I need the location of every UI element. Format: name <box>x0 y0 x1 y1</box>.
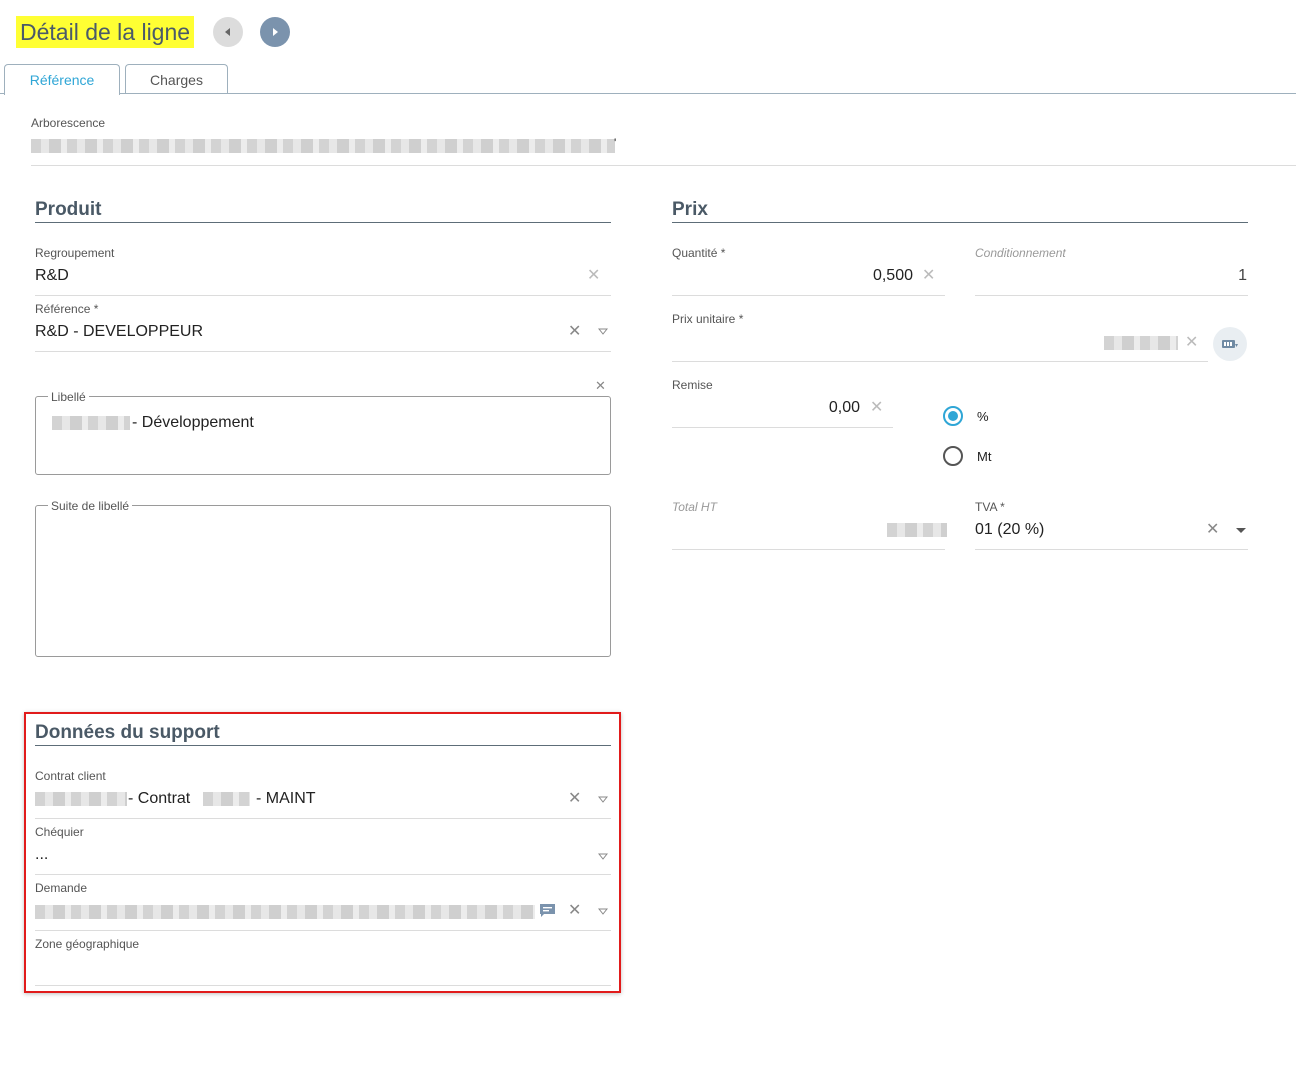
zone-geographique-label: Zone géographique <box>35 937 140 951</box>
arborescence-value-redacted <box>31 139 615 153</box>
contrat-client-label: Contrat client <box>35 769 106 783</box>
reference-underline <box>35 351 611 352</box>
libelle-value-redacted <box>52 416 130 430</box>
quantite-label: Quantité * <box>672 246 726 260</box>
prix-section-line <box>672 222 1248 223</box>
remise-amount-radio[interactable] <box>943 446 963 466</box>
quantite-value[interactable]: 0,500 <box>800 267 913 285</box>
remise-underline <box>672 427 893 428</box>
chevron-left-icon <box>225 28 230 36</box>
remise-percent-radio[interactable] <box>943 406 963 426</box>
tab-reference[interactable]: Référence <box>4 64 120 95</box>
next-button[interactable] <box>260 17 290 47</box>
price-calculator-button[interactable] <box>1213 327 1247 361</box>
chevron-right-icon <box>273 28 278 36</box>
comment-icon[interactable] <box>539 903 556 919</box>
previous-button[interactable] <box>213 17 243 47</box>
tva-dropdown-icon[interactable] <box>1236 528 1246 533</box>
prix-unitaire-clear-icon[interactable]: ✕ <box>1185 335 1198 351</box>
conditionnement-underline <box>975 295 1248 296</box>
support-section-title: Données du support <box>35 722 220 743</box>
tva-value[interactable]: 01 (20 %) <box>975 521 1044 539</box>
remise-label: Remise <box>672 378 713 392</box>
prix-unitaire-value-redacted[interactable] <box>1104 336 1178 350</box>
conditionnement-label: Conditionnement <box>975 246 1066 260</box>
tva-label: TVA * <box>975 500 1005 514</box>
contrat-client-code-redacted <box>35 792 127 806</box>
tva-underline <box>975 549 1248 550</box>
quantite-underline <box>672 295 945 296</box>
demande-value-redacted[interactable] <box>35 905 535 919</box>
zone-geographique-underline <box>35 985 611 986</box>
demande-clear-icon[interactable]: ✕ <box>568 903 581 919</box>
suite-libelle-field[interactable] <box>35 505 611 657</box>
support-section-line <box>35 745 611 746</box>
demande-label: Demande <box>35 881 88 895</box>
demande-dropdown-icon[interactable] <box>598 908 608 915</box>
tab-charges[interactable]: Charges <box>125 64 228 94</box>
contrat-client-clear-icon[interactable]: ✕ <box>568 791 581 807</box>
libelle-clear-icon[interactable]: ✕ <box>595 378 606 394</box>
conditionnement-value: 1 <box>1238 267 1247 284</box>
zone-geographique-input[interactable] <box>35 958 611 978</box>
reference-dropdown-icon[interactable] <box>598 328 608 335</box>
produit-section-line <box>35 222 611 223</box>
reference-value[interactable]: R&D - DEVELOPPEUR <box>35 323 203 341</box>
total-ht-value-redacted <box>887 523 947 537</box>
tab-label: Référence <box>29 72 95 88</box>
arborescence-value-suffix: ' <box>614 136 617 150</box>
regroupement-clear-icon[interactable]: ✕ <box>587 268 600 284</box>
chequier-underline <box>35 874 611 875</box>
suite-libelle-label: Suite de libellé <box>48 499 133 513</box>
quantite-clear-icon[interactable]: ✕ <box>922 268 935 284</box>
total-ht-label: Total HT <box>672 500 717 514</box>
contrat-client-value-part1[interactable]: - Contrat <box>128 790 190 808</box>
contrat-client-value-part2[interactable]: - MAINT <box>256 790 316 808</box>
chequier-label: Chéquier <box>35 825 84 839</box>
remise-value[interactable]: 0,00 <box>760 399 860 417</box>
regroupement-underline <box>35 295 611 296</box>
contrat-client-underline <box>35 818 611 819</box>
prix-section-title: Prix <box>672 199 708 220</box>
remise-percent-label: % <box>977 409 989 424</box>
tva-clear-icon[interactable]: ✕ <box>1206 522 1219 538</box>
reference-clear-icon[interactable]: ✕ <box>568 324 581 340</box>
total-ht-underline <box>672 549 945 550</box>
prix-unitaire-underline <box>672 361 1208 362</box>
tabs-divider <box>0 93 1296 94</box>
arborescence-divider <box>31 165 1296 166</box>
demande-underline <box>35 930 611 931</box>
contrat-client-dropdown-icon[interactable] <box>598 796 608 803</box>
contrat-client-number-redacted <box>203 792 250 806</box>
remise-clear-icon[interactable]: ✕ <box>870 400 883 416</box>
calculator-icon <box>1222 340 1238 348</box>
regroupement-value[interactable]: R&D <box>35 267 69 285</box>
chequier-value[interactable]: ... <box>35 846 48 864</box>
tab-label: Charges <box>150 71 203 88</box>
page-title: Détail de la ligne <box>16 16 195 48</box>
arborescence-label: Arborescence <box>31 116 106 130</box>
libelle-field[interactable] <box>35 396 611 475</box>
prix-unitaire-label: Prix unitaire * <box>672 312 744 326</box>
chequier-dropdown-icon[interactable] <box>598 853 608 860</box>
regroupement-label: Regroupement <box>35 246 115 260</box>
produit-section-title: Produit <box>35 199 102 220</box>
libelle-value: - Développement <box>132 414 254 431</box>
libelle-label: Libellé <box>48 390 89 404</box>
reference-label: Référence * <box>35 302 99 316</box>
remise-amount-label: Mt <box>977 449 992 464</box>
